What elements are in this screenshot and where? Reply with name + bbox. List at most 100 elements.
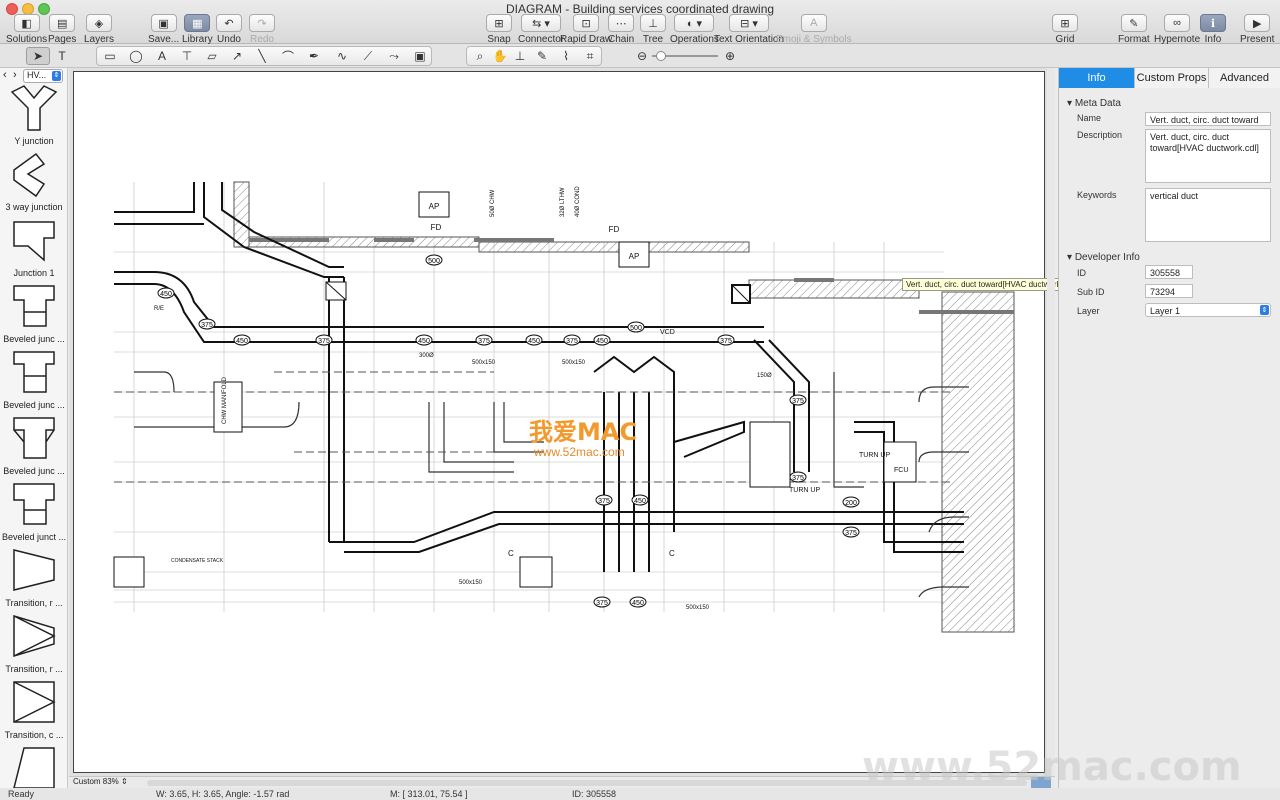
save-button[interactable]: ▣ Save... xyxy=(148,14,179,45)
present-button[interactable]: ▶ Present xyxy=(1240,14,1274,45)
curve-tool[interactable]: ∿ xyxy=(330,47,354,65)
stamp-tool[interactable]: ▣ xyxy=(408,47,432,65)
operations-button[interactable]: ◐ ▾ Operations xyxy=(670,14,719,45)
format-button[interactable]: ✎ Format xyxy=(1118,14,1150,45)
format-painter-tool[interactable]: ⌇ xyxy=(554,47,578,65)
stepper-icon: ⇕ xyxy=(121,777,128,786)
transition-icon xyxy=(13,681,56,723)
tab-info[interactable]: Info xyxy=(1059,68,1135,88)
d500x150-label: 500x150 xyxy=(562,360,586,366)
section-box xyxy=(519,556,553,588)
id-field[interactable]: 305558 xyxy=(1145,265,1193,279)
library-item[interactable]: Transition, c ... xyxy=(0,678,68,740)
pen-tool[interactable]: ✒ xyxy=(302,47,326,65)
rectangle-tool[interactable]: ▭ xyxy=(98,47,122,65)
text-tool[interactable]: A xyxy=(150,47,174,65)
ap-label: AP xyxy=(429,202,440,211)
tree-button[interactable]: ⊥ Tree xyxy=(640,14,666,45)
bezier-tool[interactable]: ⤳ xyxy=(382,47,406,65)
layer-select[interactable]: Layer 1 ⇕ xyxy=(1145,303,1271,317)
stamp2-tool[interactable]: ⊥ xyxy=(508,47,532,65)
sub-id-field[interactable]: 73294 xyxy=(1145,284,1193,298)
library-item[interactable]: Transition, r ... xyxy=(0,612,68,674)
connector-button[interactable]: ⇆ ▾ Connector xyxy=(518,14,564,45)
zoom-out-icon: ⊖ xyxy=(636,49,648,63)
description-label: Description xyxy=(1077,130,1123,140)
keywords-field[interactable]: vertical duct xyxy=(1145,188,1271,242)
brush-icon: ⌇ xyxy=(563,49,569,63)
status-id: ID: 305558 xyxy=(572,789,617,799)
d150-label: 150Ø xyxy=(757,373,772,379)
ap-label: AP xyxy=(629,252,640,261)
ellipse-icon: ◯ xyxy=(129,49,143,63)
arc-tool[interactable]: ⌒ xyxy=(276,47,300,65)
library-button[interactable]: ▦ Library xyxy=(182,14,213,45)
hypernote-button[interactable]: ∞ Hypernote xyxy=(1154,14,1200,45)
text-select-tool[interactable]: T xyxy=(50,47,74,65)
bubble-label: 500 xyxy=(428,258,440,265)
name-label: Name xyxy=(1077,113,1102,123)
bubble-label: 450 xyxy=(160,291,172,298)
redo-button[interactable]: ↷ Redo xyxy=(249,14,275,45)
library-item[interactable]: Beveled junc ... xyxy=(0,414,68,476)
grid-button[interactable]: ⊞ Grid xyxy=(1052,14,1078,45)
crop-tool[interactable]: ⌗ xyxy=(578,47,602,65)
hypernote-icon: ∞ xyxy=(1164,14,1191,32)
polyline-tool[interactable]: ⟋ xyxy=(356,47,380,65)
library-item[interactable]: Transition, r ... xyxy=(0,546,68,608)
zoom-slider[interactable] xyxy=(652,51,718,61)
vertical-scrollbar[interactable] xyxy=(1047,68,1055,776)
emoji-symbols-button[interactable]: A Emoji & Symbols xyxy=(776,14,852,45)
chain-button[interactable]: ⋯ Chain xyxy=(608,14,634,45)
description-field[interactable]: Vert. duct, circ. duct toward[HVAC ductw… xyxy=(1145,129,1271,183)
tab-advanced[interactable]: Advanced xyxy=(1209,68,1280,88)
zoom-in-button[interactable]: ⊕ xyxy=(718,47,742,65)
zoom-out-button[interactable]: ⊖ xyxy=(630,47,654,65)
info-button[interactable]: ℹ Info xyxy=(1200,14,1226,45)
canvas-area[interactable]: 450 375 450 375 450 375 450 375 450 500 … xyxy=(69,68,1080,776)
watermark: 我爱MAC www.52mac.com xyxy=(529,418,637,459)
polyline-icon: ⟋ xyxy=(363,48,373,63)
section-c-label: C xyxy=(669,549,675,558)
bubble-label: 375 xyxy=(598,498,610,505)
library-dropdown[interactable]: HV... ⇕ xyxy=(23,69,63,83)
bubble-label: 200 xyxy=(845,500,857,507)
ellipse-tool[interactable]: ◯ xyxy=(124,47,148,65)
drawing-page[interactable]: 450 375 450 375 450 375 450 375 450 500 … xyxy=(73,71,1080,773)
library-sidebar: ‹ › HV... ⇕ Y junction 3 way junction Ju… xyxy=(0,68,68,789)
text-a-icon: A xyxy=(157,49,166,63)
solutions-button[interactable]: ◧ Solutions xyxy=(6,14,47,45)
hvac-drawing[interactable]: 450 375 450 375 450 375 450 375 450 500 … xyxy=(74,72,1044,772)
watermark-url: www.52mac.com xyxy=(533,445,625,459)
pointer-tool[interactable]: ➤ xyxy=(26,47,50,65)
text-block-tool[interactable]: ⊤ xyxy=(175,47,199,65)
layers-button[interactable]: ◈ Layers xyxy=(84,14,114,45)
chevron-left-icon[interactable]: ‹ xyxy=(3,69,7,81)
chevron-right-icon[interactable]: › xyxy=(13,69,17,81)
meta-data-section[interactable]: ▾ Meta Data xyxy=(1067,98,1121,109)
undo-button[interactable]: ↶ Undo xyxy=(216,14,242,45)
status-dimensions: W: 3.65, H: 3.65, Angle: -1.57 rad xyxy=(156,789,290,799)
rapid-draw-button[interactable]: ⊡ Rapid Draw xyxy=(560,14,612,45)
transition-icon xyxy=(13,614,56,658)
zoom-slider-handle[interactable] xyxy=(656,51,666,61)
line-tool[interactable]: ↗ xyxy=(225,47,249,65)
callout-tool[interactable]: ▱ xyxy=(200,47,224,65)
library-item[interactable]: Y junction xyxy=(0,84,68,146)
text-orientation-button[interactable]: ⊟ ▾ Text Orientation xyxy=(714,14,784,45)
pages-button[interactable]: ▤ Pages xyxy=(48,14,76,45)
straight-line-tool[interactable]: ╲ xyxy=(250,47,274,65)
beveled-junction-icon xyxy=(13,285,55,327)
library-item[interactable]: Junction 1 xyxy=(0,216,68,278)
name-field[interactable]: Vert. duct, circ. duct toward xyxy=(1145,112,1271,126)
text-block-icon: ⊤ xyxy=(181,49,193,63)
zoom-select[interactable]: Custom 83% ⇕ xyxy=(73,777,128,786)
library-item[interactable]: Beveled junc ... xyxy=(0,282,68,344)
snap-button[interactable]: ⊞ Snap xyxy=(486,14,512,45)
eyedropper-tool[interactable]: ✎ xyxy=(530,47,554,65)
tab-custom-props[interactable]: Custom Props xyxy=(1135,68,1209,88)
library-item[interactable]: Beveled junct ... xyxy=(0,480,68,542)
library-item[interactable]: Beveled junc ... xyxy=(0,348,68,410)
developer-info-section[interactable]: ▾ Developer Info xyxy=(1067,252,1140,263)
library-item[interactable]: 3 way junction xyxy=(0,150,68,212)
